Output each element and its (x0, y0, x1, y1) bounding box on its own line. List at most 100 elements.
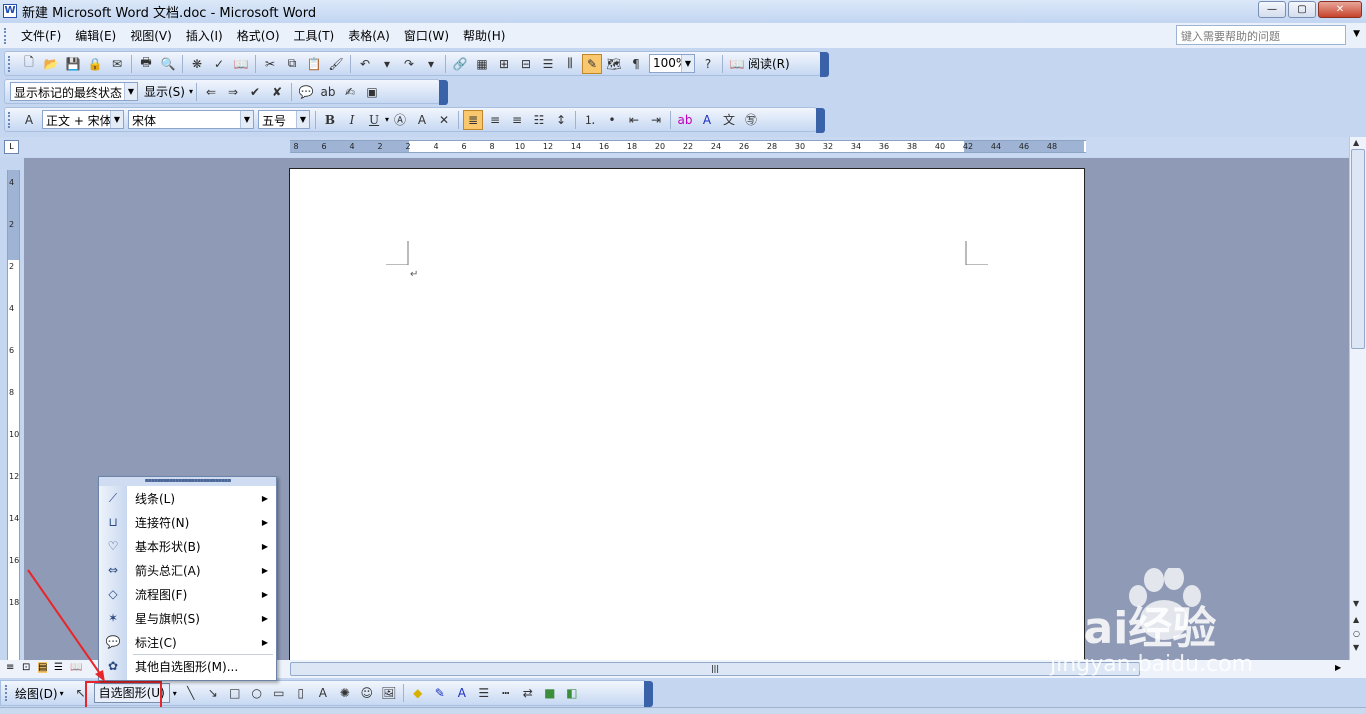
font-select[interactable]: 宋体 ▼ (128, 110, 254, 129)
highlight-color-icon[interactable]: ab (675, 110, 695, 130)
menu-help[interactable]: 帮助(H) (456, 25, 512, 47)
autoshapes-menu-item[interactable]: ✶ 星与旗帜(S) ▶ (99, 606, 276, 630)
vertical-text-box-icon[interactable]: ▯ (291, 683, 311, 703)
menu-tear-off-handle[interactable]: ▪▪▪▪▪▪▪▪▪▪▪▪▪▪▪▪▪▪▪▪▪▪▪▪▪▪▪▪ (99, 477, 276, 486)
text-box-icon[interactable]: ▭ (269, 683, 289, 703)
drawing-icon[interactable]: ⫼ (560, 54, 580, 74)
decrease-indent-icon[interactable]: ⇤ (624, 110, 644, 130)
3d-style-icon[interactable]: ◧ (562, 683, 582, 703)
scroll-down-icon[interactable]: ▼ (1353, 599, 1359, 608)
styles-pane-icon[interactable]: A (19, 110, 39, 130)
toolbar-options-button[interactable] (644, 681, 653, 707)
font-size-select[interactable]: 五号 ▼ (258, 110, 310, 129)
horizontal-scroll-thumb[interactable]: ||| (290, 662, 1140, 676)
redo-dropdown-icon[interactable]: ▾ (421, 54, 441, 74)
redo-icon[interactable]: ↷ (399, 54, 419, 74)
oval-tool-icon[interactable]: ○ (247, 683, 267, 703)
character-scaling-icon[interactable]: ✕ (434, 110, 454, 130)
accept-change-icon[interactable]: ✔ (245, 82, 265, 102)
menu-window[interactable]: 窗口(W) (397, 25, 456, 47)
draw-dropdown-icon[interactable]: ▾ (60, 689, 64, 698)
toolbar-grip[interactable] (5, 685, 9, 701)
phonetic-guide-icon[interactable]: 文 (719, 110, 739, 130)
autoshapes-menu-item[interactable]: ⇔ 箭头总汇(A) ▶ (99, 558, 276, 582)
help-dropdown-icon[interactable]: ▼ (1353, 29, 1360, 39)
web-view-icon[interactable]: ⊡ (22, 662, 30, 673)
print-layout-icon[interactable]: ▤ (38, 662, 48, 673)
autoshapes-dropdown-icon[interactable]: ▾ (173, 689, 177, 698)
tables-borders-icon[interactable]: ▦ (472, 54, 492, 74)
insert-picture-icon[interactable]: 🖼 (379, 683, 399, 703)
previous-change-icon[interactable]: ⇐ (201, 82, 221, 102)
help-search-input[interactable]: 键入需要帮助的问题 (1176, 25, 1346, 45)
line-color-icon[interactable]: ✎ (430, 683, 450, 703)
research-icon[interactable]: ❋ (187, 54, 207, 74)
draw-font-color-icon[interactable]: A (452, 683, 472, 703)
help-icon[interactable]: ? (698, 54, 718, 74)
vertical-ruler[interactable]: 4 2 2 4 6 8 10 12 14 16 18 (7, 170, 20, 660)
toolbar-options-button[interactable] (439, 80, 448, 105)
fill-color-icon[interactable]: ◆ (408, 683, 428, 703)
shadow-style-icon[interactable]: ■ (540, 683, 560, 703)
chevron-down-icon[interactable]: ▼ (240, 111, 253, 128)
previous-page-icon[interactable]: ▲ (1353, 615, 1359, 624)
line-spacing-icon[interactable]: ↕ (551, 110, 571, 130)
hyperlink-icon[interactable]: 🔗 (450, 54, 470, 74)
undo-dropdown-icon[interactable]: ▾ (377, 54, 397, 74)
menu-tools[interactable]: 工具(T) (287, 25, 342, 47)
line-tool-icon[interactable]: ╲ (181, 683, 201, 703)
autoshapes-menu-item[interactable]: ♡ 基本形状(B) ▶ (99, 534, 276, 558)
show-hide-icon[interactable]: ¶ (626, 54, 646, 74)
autoshapes-menu-item[interactable]: ⟋ 线条(L) ▶ (99, 486, 276, 510)
read-mode-button[interactable]: 阅读(R) (748, 55, 790, 72)
paste-icon[interactable]: 📋 (304, 54, 324, 74)
close-button[interactable]: ✕ (1318, 1, 1362, 18)
copy-icon[interactable]: ⧉ (282, 54, 302, 74)
word-app-icon[interactable]: W (3, 4, 17, 18)
character-shading-icon[interactable]: A (412, 110, 432, 130)
italic-button[interactable]: I (342, 110, 362, 130)
format-painter-icon[interactable]: 🖌 (326, 54, 346, 74)
show-button[interactable]: 显示(S) (140, 83, 189, 100)
read-mode-icon[interactable]: 📖 (727, 54, 747, 74)
highlight-icon[interactable]: ab (318, 82, 338, 102)
tab-selector-icon[interactable]: L (4, 140, 19, 154)
insert-comment-icon[interactable]: 💬 (296, 82, 316, 102)
toolbar-options-button[interactable] (820, 52, 829, 77)
autoshapes-menu-item[interactable]: ⊔ 连接符(N) ▶ (99, 510, 276, 534)
menubar-grip[interactable] (4, 27, 8, 44)
next-change-icon[interactable]: ⇒ (223, 82, 243, 102)
style-select[interactable]: 正文 + 宋体 ▼ (42, 110, 124, 129)
toolbar-grip[interactable] (8, 55, 12, 72)
document-map-icon[interactable]: 🗺 (604, 54, 624, 74)
drawing-toggle-icon[interactable]: ✎ (582, 53, 602, 74)
new-document-icon[interactable]: 🗋 (19, 54, 39, 74)
email-icon[interactable]: ✉ (107, 54, 127, 74)
zoom-select[interactable]: 100% ▼ (649, 54, 695, 73)
menu-file[interactable]: 文件(F) (14, 25, 68, 47)
menu-format[interactable]: 格式(O) (230, 25, 287, 47)
vertical-scroll-thumb[interactable] (1351, 149, 1365, 349)
document-page[interactable]: ↵ (289, 168, 1085, 668)
select-browse-object-icon[interactable]: ○ (1353, 629, 1360, 638)
chevron-down-icon[interactable]: ▼ (110, 111, 123, 128)
align-justify-icon[interactable]: ≣ (463, 109, 484, 130)
print-icon[interactable]: 🖶 (136, 54, 156, 74)
insert-table-icon[interactable]: ⊞ (494, 54, 514, 74)
vertical-scrollbar[interactable]: ▲ ▼ ▲ ○ ▼ (1349, 137, 1366, 660)
outline-view-icon[interactable]: ☰ (54, 662, 63, 673)
chevron-down-icon[interactable]: ▼ (296, 111, 309, 128)
horizontal-ruler[interactable]: 8 6 4 2 2 4 6 8 10 12 14 16 18 20 22 24 26 28 30 32 34 36 38 40… (290, 140, 1086, 153)
maximize-button[interactable]: ▢ (1288, 1, 1316, 18)
markup-mode-select[interactable]: 显示标记的最终状态 ▼ (10, 82, 138, 101)
insert-excel-icon[interactable]: ⊟ (516, 54, 536, 74)
next-page-icon[interactable]: ▼ (1353, 643, 1359, 652)
cut-icon[interactable]: ✂ (260, 54, 280, 74)
reviewing-pane-icon[interactable]: ▣ (362, 82, 382, 102)
chevron-down-icon[interactable]: ▼ (124, 83, 137, 100)
font-color-icon[interactable]: A (697, 110, 717, 130)
menu-edit[interactable]: 编辑(E) (68, 25, 123, 47)
character-border-icon[interactable]: Ⓐ (390, 110, 410, 130)
diagram-icon[interactable]: ✺ (335, 683, 355, 703)
bold-button[interactable]: B (320, 110, 340, 130)
